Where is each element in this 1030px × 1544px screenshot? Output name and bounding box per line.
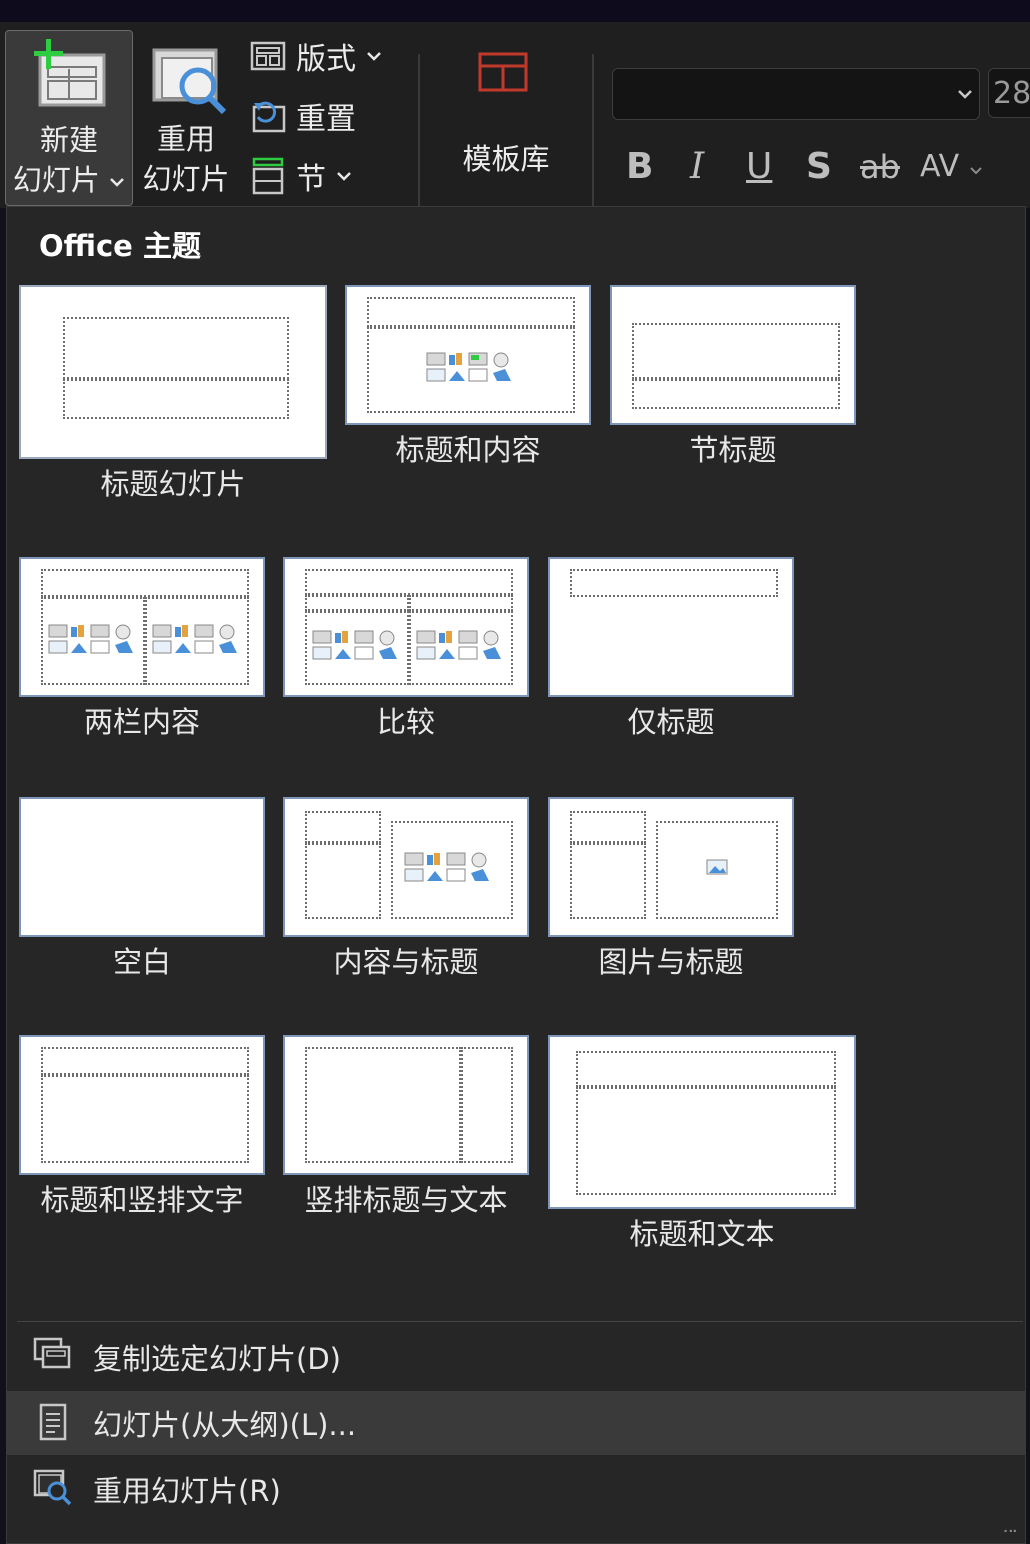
character-spacing-label: AV [920, 149, 960, 184]
reuse-slide-button[interactable]: 重用 幻灯片 [136, 30, 236, 204]
content-placeholder-icons [416, 630, 501, 660]
font-size-value: 28 [993, 76, 1030, 111]
layout-label: 标题幻灯片 [100, 467, 246, 501]
title-slide-layout-thumbnail [19, 285, 327, 459]
title-text-layout-thumbnail [548, 1035, 856, 1209]
section-icon [252, 157, 284, 195]
reset-label: 重置 [296, 102, 356, 137]
vertical-title-text-layout-thumbnail [283, 1035, 529, 1175]
section-header-layout-thumbnail [610, 285, 856, 425]
ribbon-separator [592, 54, 594, 226]
duplicate-slides-menu-item[interactable]: 复制选定幻灯片(D) [7, 1325, 1025, 1389]
section-button[interactable]: 节 [250, 154, 352, 198]
new-slide-label-2: 幻灯片 [12, 163, 100, 197]
layout-label: 标题和竖排文字 [40, 1183, 244, 1217]
blank-layout-thumbnail [19, 797, 265, 937]
reset-icon [252, 101, 286, 133]
new-slide-icon [34, 39, 106, 107]
template-gallery-button[interactable]: 模板库 [440, 30, 572, 204]
template-gallery-label: 模板库 [462, 142, 550, 176]
layout-label: 仅标题 [627, 705, 715, 739]
layout-label: 竖排标题与文本 [304, 1183, 508, 1217]
menu-separator [17, 1321, 1023, 1322]
content-placeholder-icons [312, 630, 397, 660]
layout-label: 两栏内容 [83, 705, 200, 739]
underline-button[interactable]: U [746, 142, 772, 192]
layout-label: 标题和内容 [395, 433, 541, 467]
chevron-down-icon [110, 178, 124, 187]
reuse-slide-label-1: 重用 [156, 122, 215, 156]
title-vertical-text-layout-thumbnail [19, 1035, 265, 1175]
content-placeholder-icons [426, 352, 511, 382]
two-content-layout-thumbnail [19, 557, 265, 697]
picture-icon [706, 859, 728, 875]
content-placeholder-icons [404, 852, 489, 882]
bold-button[interactable]: B [626, 142, 653, 192]
ribbon-separator [418, 54, 420, 226]
strikethrough-button[interactable]: ab [860, 142, 900, 192]
layout-button[interactable]: 版式 [250, 34, 382, 78]
window-top-strip [0, 0, 1030, 22]
content-placeholder-icons [48, 624, 133, 654]
layout-label: 比较 [376, 705, 435, 739]
layout-label: 节标题 [689, 433, 777, 467]
layout-label: 标题和文本 [629, 1217, 775, 1251]
reuse-slides-icon [33, 1469, 72, 1506]
chevron-down-icon [367, 52, 381, 61]
outline-icon [39, 1403, 67, 1441]
title-content-layout-thumbnail [345, 285, 591, 425]
layout-icon [250, 41, 286, 71]
title-only-layout-thumbnail [548, 557, 794, 697]
layout-label: 图片与标题 [598, 945, 744, 979]
resize-grip-icon[interactable]: ⠠⠤ [998, 1521, 1017, 1537]
reset-button[interactable]: 重置 [250, 94, 356, 138]
text-shadow-button[interactable]: S [806, 142, 832, 192]
font-name-combobox[interactable] [612, 68, 980, 120]
menu-item-label: 复制选定幻灯片(D) [93, 1342, 341, 1376]
italic-button[interactable]: I [690, 142, 704, 192]
new-slide-button[interactable]: 新建 幻灯片 [5, 30, 133, 206]
chevron-down-icon [337, 172, 351, 181]
comparison-layout-thumbnail [283, 557, 529, 697]
layout-label: 空白 [112, 945, 171, 979]
ribbon: 新建 幻灯片 重用 幻灯片 版式 重置 节 模板库 28 B I U S ab … [0, 22, 1030, 226]
new-slide-label-1: 新建 [39, 123, 98, 157]
font-size-combobox[interactable]: 28 [988, 68, 1030, 118]
content-placeholder-icons [152, 624, 237, 654]
slides-from-outline-menu-item[interactable]: 幻灯片(从大纲)(L)... [7, 1391, 1025, 1455]
menu-item-label: 幻灯片(从大纲)(L)... [93, 1408, 357, 1442]
character-spacing-button[interactable]: AV [920, 142, 983, 192]
menu-item-label: 重用幻灯片(R) [93, 1474, 281, 1508]
new-slide-dropdown: Office 主题 标题幻灯片 标题和内容 节标题 两栏内容 比较 仅标题 空白… [6, 206, 1026, 1544]
layout-label: 版式 [296, 42, 356, 77]
section-label: 节 [296, 162, 326, 197]
duplicate-slides-icon [33, 1337, 71, 1369]
template-gallery-icon [478, 52, 528, 92]
chevron-down-icon [969, 167, 982, 175]
chevron-down-icon [958, 90, 972, 99]
reuse-slides-menu-item[interactable]: 重用幻灯片(R) [7, 1457, 1025, 1521]
reuse-slides-icon [152, 48, 227, 115]
picture-caption-layout-thumbnail [548, 797, 794, 937]
reuse-slide-label-2: 幻灯片 [142, 162, 230, 196]
content-caption-layout-thumbnail [283, 797, 529, 937]
section-title: Office 主题 [39, 229, 201, 263]
layout-label: 内容与标题 [333, 945, 479, 979]
